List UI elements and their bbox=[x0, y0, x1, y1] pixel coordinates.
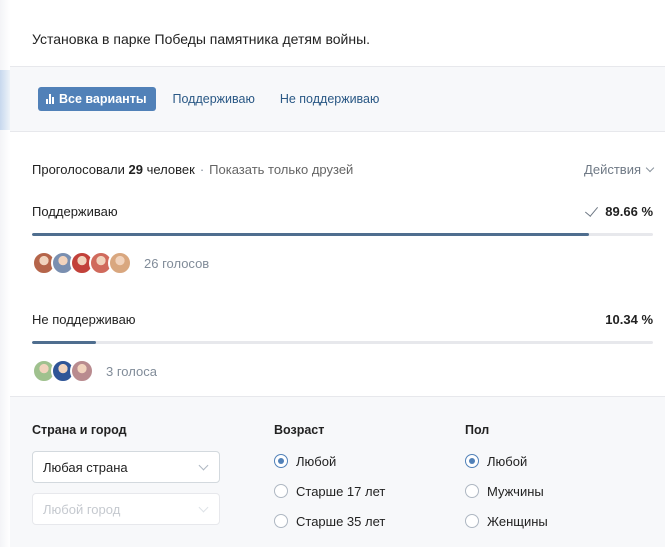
votes-count[interactable]: 26 голосов bbox=[144, 256, 209, 271]
tabs-bar: Все варианты Поддерживаю Не поддерживаю bbox=[10, 67, 665, 132]
country-select[interactable]: Любая страна bbox=[32, 451, 220, 483]
bar-chart-icon bbox=[46, 94, 54, 104]
votes-count[interactable]: 3 голоса bbox=[106, 364, 157, 379]
tab-support[interactable]: Поддерживаю bbox=[173, 92, 255, 106]
radio-label: Любой bbox=[487, 453, 528, 469]
radio-option[interactable]: Старше 17 лет bbox=[274, 476, 385, 506]
tab-not-support[interactable]: Не поддерживаю bbox=[280, 92, 380, 106]
option-progress-track bbox=[32, 341, 653, 344]
city-select-placeholder: Любой город bbox=[43, 501, 121, 517]
voted-prefix: Проголосовали bbox=[32, 161, 125, 177]
checkmark-icon bbox=[585, 202, 599, 217]
radio-label: Женщины bbox=[487, 513, 548, 529]
filter-location-heading: Страна и город bbox=[32, 423, 127, 437]
poll-results-panel: Установка в парке Победы памятника детям… bbox=[10, 0, 665, 547]
city-select[interactable]: Любой город bbox=[32, 493, 220, 525]
results-section: Проголосовали 29 человек · Показать толь… bbox=[10, 132, 665, 386]
chevron-down-icon bbox=[645, 163, 655, 172]
radio-button[interactable] bbox=[465, 484, 479, 498]
age-radio-group: Любой Старше 17 лет Старше 35 лет bbox=[274, 446, 385, 536]
voted-suffix: человек bbox=[146, 161, 195, 177]
radio-label: Старше 35 лет bbox=[296, 513, 386, 529]
poll-option[interactable]: Поддерживаю 89.66 % 26 голосов bbox=[32, 202, 653, 278]
chevron-down-icon bbox=[198, 460, 209, 471]
votes-summary: Проголосовали 29 человек · Показать толь… bbox=[32, 132, 655, 204]
voted-count: 29 bbox=[128, 161, 143, 177]
filter-sex-heading: Пол bbox=[465, 423, 490, 437]
option-percent-value: 89.66 % bbox=[605, 204, 653, 219]
tab-all-variants-label: Все варианты bbox=[59, 92, 147, 106]
radio-label: Мужчины bbox=[487, 483, 544, 499]
actions-dropdown[interactable]: Действия bbox=[584, 161, 655, 177]
filter-location: Страна и город Любая страна Любой город bbox=[32, 423, 220, 525]
radio-button[interactable] bbox=[274, 514, 288, 528]
option-label: Не поддерживаю bbox=[32, 312, 136, 327]
radio-option[interactable]: Женщины bbox=[465, 506, 548, 536]
option-percent-value: 10.34 % bbox=[605, 312, 653, 327]
chevron-down-icon bbox=[198, 502, 209, 513]
radio-option[interactable]: Любой bbox=[465, 446, 548, 476]
actions-label: Действия bbox=[584, 161, 641, 177]
separator-dot: · bbox=[199, 161, 205, 177]
left-edge-decoration bbox=[0, 0, 10, 547]
filters-panel: Страна и город Любая страна Любой город … bbox=[10, 396, 665, 547]
radio-button[interactable] bbox=[465, 514, 479, 528]
option-voters[interactable]: 3 голоса bbox=[32, 356, 653, 386]
tab-all-variants[interactable]: Все варианты bbox=[38, 87, 156, 111]
country-select-value: Любая страна bbox=[43, 459, 128, 475]
radio-button[interactable] bbox=[465, 454, 479, 468]
filter-sex: Пол Любой Мужчины Женщины bbox=[465, 423, 548, 536]
avatar[interactable] bbox=[108, 251, 132, 275]
voter-avatars[interactable] bbox=[32, 359, 94, 383]
avatar[interactable] bbox=[70, 359, 94, 383]
radio-option[interactable]: Любой bbox=[274, 446, 385, 476]
poll-option[interactable]: Не поддерживаю 10.34 % 3 голоса bbox=[32, 312, 653, 386]
option-progress-fill bbox=[32, 341, 97, 344]
radio-label: Любой bbox=[296, 453, 337, 469]
option-label: Поддерживаю bbox=[32, 204, 118, 219]
radio-label: Старше 17 лет bbox=[296, 483, 386, 499]
radio-option[interactable]: Старше 35 лет bbox=[274, 506, 385, 536]
option-progress-track bbox=[32, 233, 653, 236]
radio-option[interactable]: Мужчины bbox=[465, 476, 548, 506]
option-percent: 10.34 % bbox=[605, 312, 653, 327]
show-friends-link[interactable]: Показать только друзей bbox=[209, 162, 353, 177]
sex-radio-group: Любой Мужчины Женщины bbox=[465, 446, 548, 536]
poll-question: Установка в парке Победы памятника детям… bbox=[10, 0, 665, 67]
radio-button[interactable] bbox=[274, 484, 288, 498]
option-progress-fill bbox=[32, 233, 589, 236]
radio-button[interactable] bbox=[274, 454, 288, 468]
voter-avatars[interactable] bbox=[32, 251, 132, 275]
filter-age-heading: Возраст bbox=[274, 423, 325, 437]
filter-age: Возраст Любой Старше 17 лет Старше 35 лет bbox=[274, 423, 385, 536]
option-percent: 89.66 % bbox=[585, 202, 653, 219]
option-voters[interactable]: 26 голосов bbox=[32, 248, 653, 278]
